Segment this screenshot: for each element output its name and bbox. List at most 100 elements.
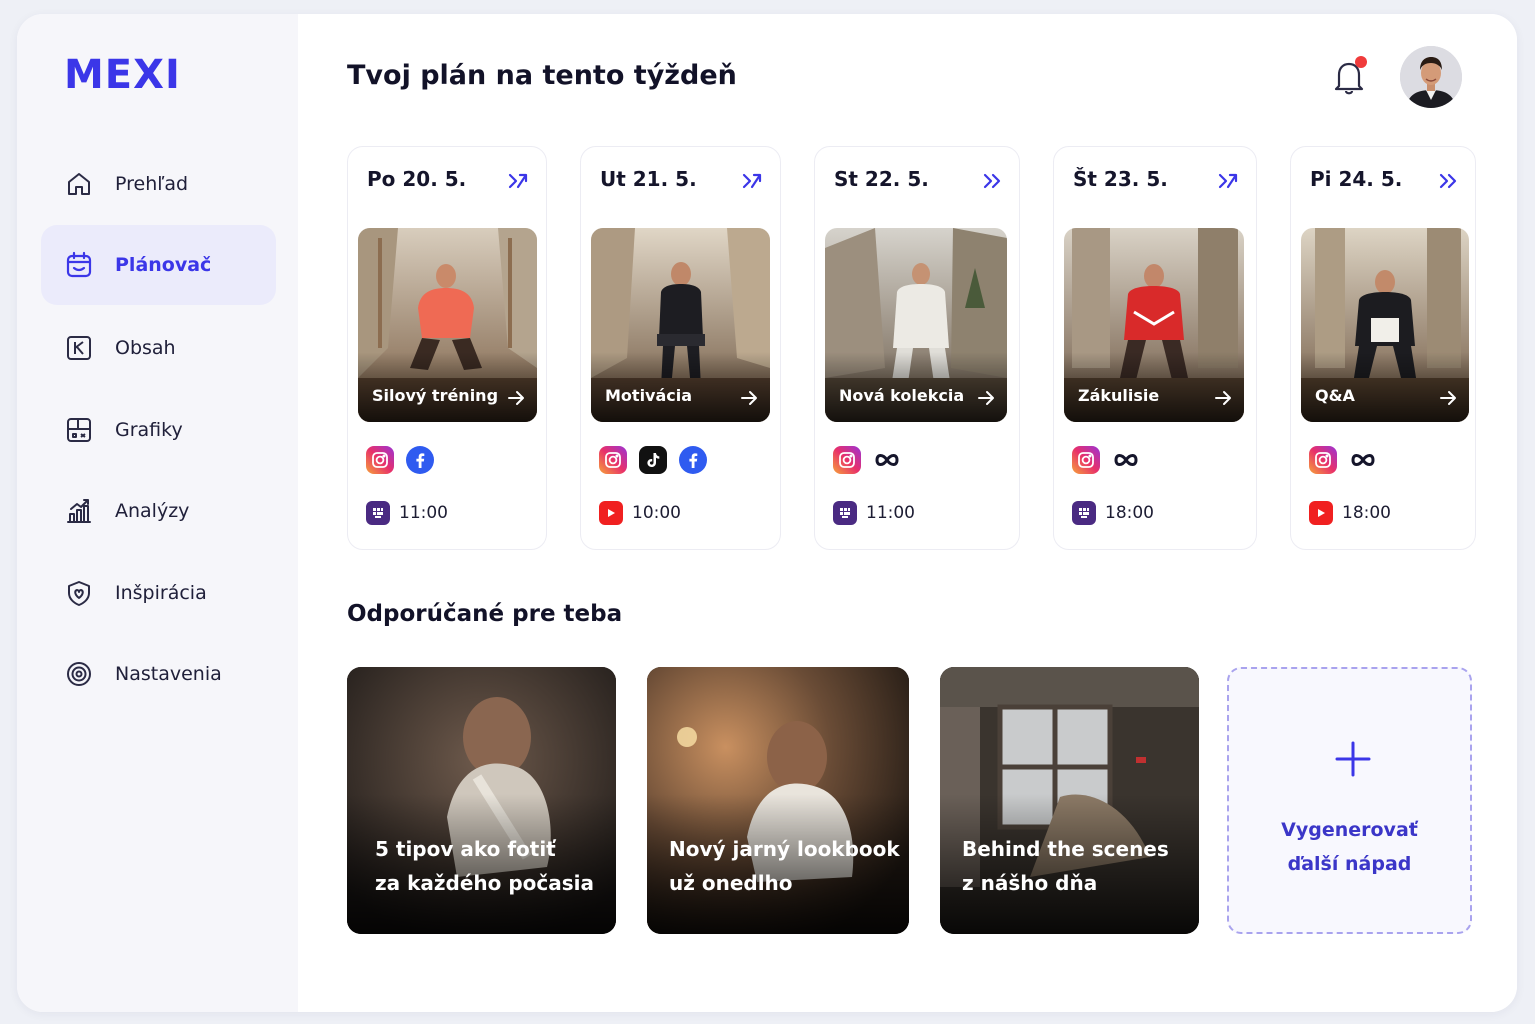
post-title: Silový tréning (372, 386, 499, 405)
post-title: Nová kolekcia (839, 386, 965, 405)
recommendation-card[interactable]: Nový jarný lookbook už onedlho (647, 667, 909, 934)
day-card: Ut 21. 5. Motivácia 10:00 (580, 146, 781, 550)
arrow-right-icon[interactable] (1439, 390, 1457, 406)
schedule-row: 11:00 (833, 501, 915, 525)
sidebar-item-grafiky[interactable]: Grafiky (41, 390, 276, 470)
recommendation-line: za každého počasia (375, 871, 595, 895)
youtube-icon (599, 501, 623, 525)
tiktok-icon[interactable] (639, 446, 667, 474)
notification-badge (1355, 56, 1367, 68)
day-card: St 22. 5. Nová kolekcia 11:00 (814, 146, 1020, 550)
recommendation-text: Behind the scenes z nášho dňa (962, 832, 1169, 900)
chevrons-right-icon[interactable] (1437, 171, 1459, 191)
post-thumbnail[interactable]: Nová kolekcia (825, 228, 1007, 422)
day-date: Ut 21. 5. (600, 167, 697, 191)
post-thumbnail[interactable]: Motivácia (591, 228, 770, 422)
sidebar-item-label: Obsah (115, 337, 176, 359)
generate-line: Vygenerovať (1281, 819, 1418, 841)
post-title: Motivácia (605, 386, 693, 405)
plus-icon (1335, 741, 1371, 777)
post-time: 11:00 (399, 503, 448, 523)
social-channels (1072, 446, 1140, 474)
recommendation-line: Behind the scenes (962, 837, 1169, 861)
recommendation-line: 5 tipov ako fotiť (375, 837, 556, 861)
arrow-right-icon[interactable] (507, 390, 525, 406)
calendar-icon (66, 251, 92, 278)
social-channels (366, 446, 434, 474)
instagram-icon[interactable] (1309, 446, 1337, 474)
youtube-icon (1309, 501, 1333, 525)
sidebar-item-prehlad[interactable]: Prehľad (41, 144, 276, 224)
post-title: Q&A (1315, 386, 1355, 405)
sidebar-item-inspiracia[interactable]: Inšpirácia (41, 553, 276, 633)
arrow-right-icon[interactable] (740, 390, 758, 406)
analytics-icon (67, 499, 91, 523)
section-title: Odporúčané pre teba (347, 601, 623, 627)
app-logo[interactable]: MEXI (64, 52, 181, 98)
settings-icon (67, 662, 91, 686)
sidebar-item-label: Grafiky (115, 419, 183, 441)
schedule-row: 18:00 (1072, 501, 1154, 525)
sidebar-item-planovac[interactable]: Plánovač (41, 225, 276, 305)
social-channels (833, 446, 901, 474)
instagram-icon[interactable] (833, 446, 861, 474)
instagram-icon[interactable] (599, 446, 627, 474)
post-time: 18:00 (1105, 503, 1154, 523)
day-date: Pi 24. 5. (1310, 167, 1403, 191)
recommendation-line: Nový jarný lookbook (669, 837, 900, 861)
sidebar-item-obsah[interactable]: Obsah (41, 308, 276, 388)
page-title: Tvoj plán na tento týždeň (347, 60, 737, 91)
meta-icon[interactable] (1112, 446, 1140, 474)
generate-label: Vygenerovať ďalší nápad (1229, 813, 1470, 881)
user-avatar[interactable] (1400, 46, 1462, 108)
home-icon (68, 173, 90, 195)
chevrons-right-icon[interactable] (981, 171, 1003, 191)
schedule-row: 18:00 (1309, 501, 1391, 525)
arrow-right-icon[interactable] (1214, 390, 1232, 406)
scheduler-app-icon (366, 501, 390, 525)
instagram-icon[interactable] (1072, 446, 1100, 474)
content-icon (67, 336, 91, 360)
post-time: 11:00 (866, 503, 915, 523)
post-thumbnail[interactable]: Q&A (1301, 228, 1469, 422)
social-channels (1309, 446, 1377, 474)
day-card: Pi 24. 5. Q&A 18:00 (1290, 146, 1476, 550)
sidebar-item-label: Nastavenia (115, 663, 222, 685)
recommendation-line: z nášho dňa (962, 871, 1098, 895)
post-time: 10:00 (632, 503, 681, 523)
generate-line: ďalší nápad (1287, 853, 1412, 875)
sidebar-item-label: Inšpirácia (115, 582, 207, 604)
recommendation-text: 5 tipov ako fotiť za každého počasia (375, 832, 594, 900)
graphics-icon (67, 418, 91, 442)
sidebar-item-label: Plánovač (115, 254, 212, 276)
schedule-row: 11:00 (366, 501, 448, 525)
app-window: MEXI Prehľad Plánovač Obsah Grafiky Anal… (17, 14, 1517, 1012)
day-date: St 22. 5. (834, 167, 929, 191)
day-card: Po 20. 5. Silový tréning 11:00 (347, 146, 547, 550)
facebook-icon[interactable] (679, 446, 707, 474)
post-title: Zákulisie (1078, 386, 1160, 405)
shuffle-icon[interactable] (508, 171, 530, 191)
meta-icon[interactable] (1349, 446, 1377, 474)
recommendation-line: už onedlho (669, 871, 793, 895)
social-channels (599, 446, 707, 474)
post-time: 18:00 (1342, 503, 1391, 523)
day-card: Št 23. 5. Zákulisie 18:00 (1053, 146, 1257, 550)
recommendation-card[interactable]: 5 tipov ako fotiť za každého počasia (347, 667, 616, 934)
instagram-icon[interactable] (366, 446, 394, 474)
meta-icon[interactable] (873, 446, 901, 474)
inspiration-icon (68, 581, 90, 606)
facebook-icon[interactable] (406, 446, 434, 474)
post-thumbnail[interactable]: Silový tréning (358, 228, 537, 422)
post-thumbnail[interactable]: Zákulisie (1064, 228, 1244, 422)
recommendation-card[interactable]: Behind the scenes z nášho dňa (940, 667, 1199, 934)
sidebar-item-nastavenia[interactable]: Nastavenia (41, 634, 276, 714)
day-date: Po 20. 5. (367, 167, 467, 191)
scheduler-app-icon (833, 501, 857, 525)
arrow-right-icon[interactable] (977, 390, 995, 406)
generate-idea-button[interactable]: Vygenerovať ďalší nápad (1227, 667, 1472, 934)
sidebar-item-analyzy[interactable]: Analýzy (41, 471, 276, 551)
shuffle-icon[interactable] (742, 171, 764, 191)
scheduler-app-icon (1072, 501, 1096, 525)
shuffle-icon[interactable] (1218, 171, 1240, 191)
